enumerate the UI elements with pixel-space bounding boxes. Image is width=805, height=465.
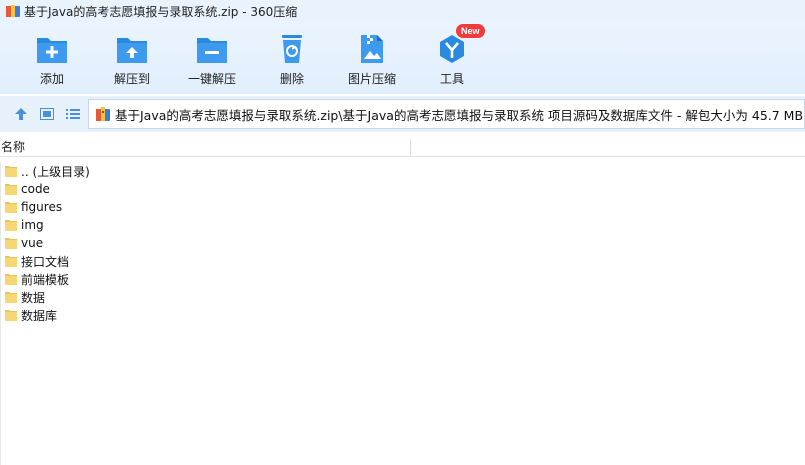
image-compress-icon xyxy=(355,32,389,66)
list-item-label: 接口文档 xyxy=(21,254,70,269)
list-item-label: 前端模板 xyxy=(21,272,70,287)
archive-path: 基于Java的高考志愿填报与录取系统.zip\基于Java的高考志愿填报与录取系… xyxy=(115,107,804,123)
folder-icon xyxy=(5,184,17,195)
list-item-label: figures xyxy=(21,200,63,214)
list-item[interactable]: vue xyxy=(0,234,805,252)
window-title: 基于Java的高考志愿填报与录取系统.zip - 360压缩 xyxy=(24,4,298,19)
folder-icon xyxy=(5,274,17,285)
one-click-extract-button[interactable]: 一键解压 xyxy=(172,22,252,94)
list-item[interactable]: .. (上级目录) xyxy=(0,162,805,180)
list-item-label: .. (上级目录) xyxy=(21,164,90,179)
list-view-icon xyxy=(66,109,80,119)
one-click-extract-label: 一键解压 xyxy=(187,72,236,86)
title-bar: 基于Java的高考志愿填报与录取系统.zip - 360压缩 xyxy=(0,0,805,22)
arrow-up-icon xyxy=(15,108,27,120)
tools-button[interactable]: New 工具 xyxy=(412,22,492,94)
add-label: 添加 xyxy=(39,72,64,86)
delete-button[interactable]: 删除 xyxy=(252,22,332,94)
app-logo-icon xyxy=(6,5,20,17)
list-item-label: vue xyxy=(21,236,44,250)
list-item[interactable]: code xyxy=(0,180,805,198)
navigation-bar: 基于Java的高考志愿填报与录取系统.zip\基于Java的高考志愿填报与录取系… xyxy=(0,96,805,132)
column-header: 名称 xyxy=(0,137,805,157)
list-item[interactable]: 数据库 xyxy=(0,306,805,324)
new-badge: New xyxy=(456,24,485,38)
thumbnail-view-button[interactable] xyxy=(36,103,58,125)
toolbar: 添加 解压到 一键解压 删除 图片压缩 New 工具 xyxy=(0,22,805,94)
list-item-label: 数据库 xyxy=(21,308,58,323)
folder-icon xyxy=(5,220,17,231)
column-name[interactable]: 名称 xyxy=(1,138,25,155)
folder-icon xyxy=(5,256,17,267)
folder-icon xyxy=(5,238,17,249)
address-bar[interactable]: 基于Java的高考志愿填报与录取系统.zip\基于Java的高考志愿填报与录取系… xyxy=(88,99,805,129)
list-view-button[interactable] xyxy=(62,103,84,125)
folder-icon xyxy=(5,292,17,303)
delete-icon xyxy=(275,32,309,66)
extract-to-button[interactable]: 解压到 xyxy=(92,22,172,94)
list-item-label: img xyxy=(21,218,44,232)
extract-to-icon xyxy=(115,32,149,66)
one-click-extract-icon xyxy=(195,32,229,66)
extract-to-label: 解压到 xyxy=(113,72,150,86)
list-item[interactable]: 数据 xyxy=(0,288,805,306)
thumbnail-view-icon xyxy=(40,108,54,120)
list-item-label: 数据 xyxy=(21,290,46,305)
folder-icon xyxy=(5,166,17,177)
zip-archive-icon xyxy=(96,107,110,121)
list-item[interactable]: 接口文档 xyxy=(0,252,805,270)
list-item-label: code xyxy=(21,182,50,196)
list-item[interactable]: figures xyxy=(0,198,805,216)
up-level-button[interactable] xyxy=(10,103,32,125)
folder-icon xyxy=(5,310,17,321)
add-button[interactable]: 添加 xyxy=(12,22,92,94)
list-item[interactable]: 前端模板 xyxy=(0,270,805,288)
add-folder-icon xyxy=(35,32,69,66)
image-compress-label: 图片压缩 xyxy=(347,72,396,86)
list-item[interactable]: img xyxy=(0,216,805,234)
delete-label: 删除 xyxy=(279,72,304,86)
tools-label: 工具 xyxy=(439,72,464,86)
image-compress-button[interactable]: 图片压缩 xyxy=(332,22,412,94)
file-list: .. (上级目录) code figures img vue 接口文档 前端模板… xyxy=(0,162,805,324)
folder-icon xyxy=(5,202,17,213)
column-separator[interactable] xyxy=(410,139,411,155)
